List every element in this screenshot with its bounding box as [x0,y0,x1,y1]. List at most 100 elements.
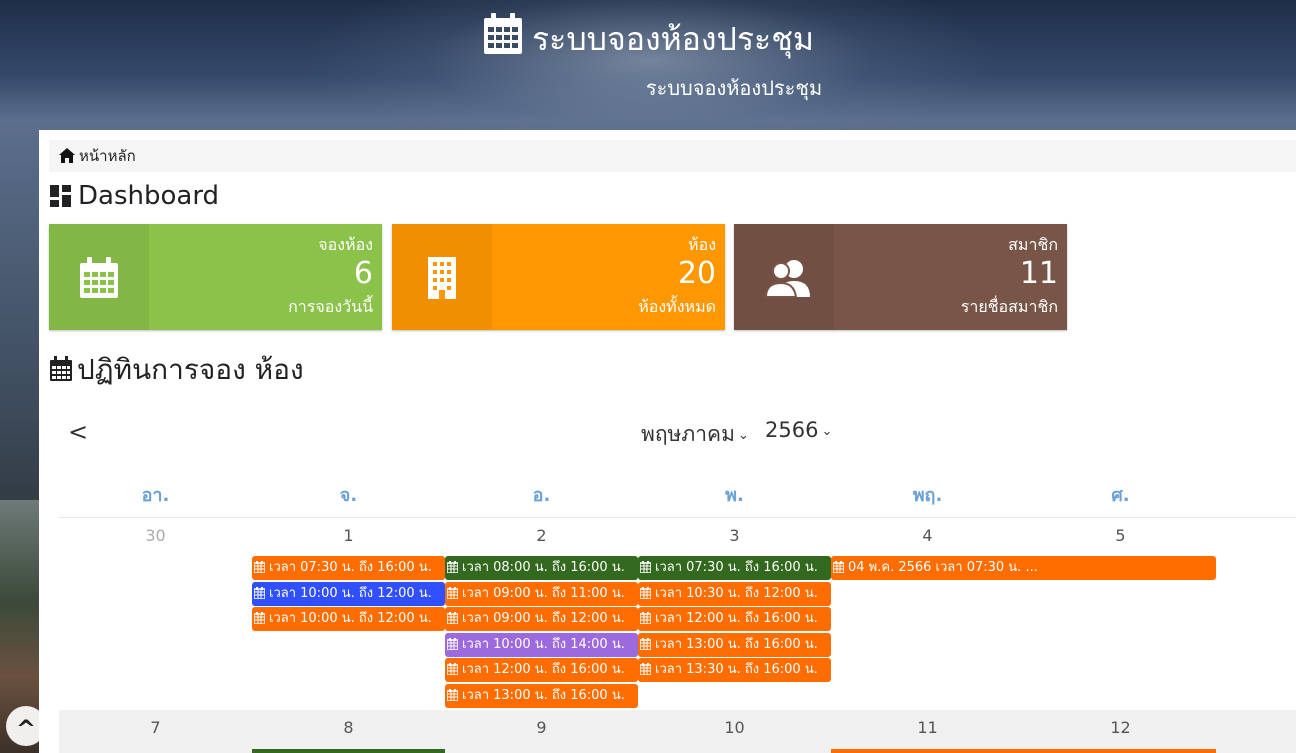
weekday-header: จ. [339,485,358,506]
home-icon [59,148,75,163]
card-caption: การจองวันนี้ [288,297,373,316]
event-label: เวลา 13:00 น. ถึง 16:00 น. [655,637,818,652]
weekday-header: พ. [725,485,744,506]
card-icon-box [734,224,834,330]
event-label: เวลา 13:00 น. ถึง 16:00 น. [462,688,625,703]
rooms-card[interactable]: ห้อง 20 ห้องทั้งหมด [392,224,725,330]
calendar-event[interactable]: เวลา 10:00 น. ถึง 12:00 น. [252,607,445,631]
calendar-title: ปฏิทินการจอง ห้อง [77,353,304,386]
calendar-icon [253,561,266,574]
event-label: เวลา 07:30 น. ถึง 16:00 น. [655,560,818,575]
day-number[interactable]: 8 [252,718,445,737]
dashboard-title: Dashboard [78,181,220,211]
event-label: เวลา 10:30 น. ถึง 12:00 น. [655,586,818,601]
event-label: เวลา 12:00 น. ถึง 16:00 น. [462,662,625,677]
event-label: เวลา 13:30 น. ถึง 16:00 น. [655,662,818,677]
calendar-event[interactable]: เวลา 07:30 น. ถึง 16:00 น. [252,556,445,580]
calendar-icon [446,561,459,574]
day-number[interactable]: 30 [59,526,252,545]
site-subtitle: ระบบจองห้องประชุม [645,76,823,100]
card-value: 11 [1019,256,1058,291]
calendar-icon [639,638,652,651]
calendar-icon [446,638,459,651]
building-icon [428,257,456,299]
calendar-event[interactable]: เวลา 09:00 น. ถึง 11:00 น. [445,582,638,606]
calendar-event[interactable]: เวลา 12:00 น. ถึง 16:00 น. [445,658,638,682]
breadcrumb: หน้าหลัก [49,140,1296,172]
event-label: เวลา 10:00 น. ถึง 14:00 น. [462,637,625,652]
calendar-icon [639,587,652,600]
weekday-header: อ. [532,485,551,506]
calendar-icon [446,612,459,625]
day-number[interactable]: 12 [1024,718,1217,737]
calendar-event[interactable]: เวลา 08:00 น. ถึง 16:00 น. [445,556,638,580]
event-label: เวลา 10:00 น. ถึง 12:00 น. [269,611,432,626]
card-caption: ห้องทั้งหมด [638,297,716,316]
day-number[interactable]: 2 [445,526,638,545]
calendar-icon [446,587,459,600]
weekday-header: อา. [141,485,170,506]
calendar-event[interactable]: เวลา 10:30 น. ถึง 12:00 น. [638,582,831,606]
divider [59,517,1296,518]
calendar-icon [639,663,652,676]
event-label: 04 พ.ค. 2566 เวลา 07:30 น. ... [848,560,1038,575]
event-label: เวลา 09:00 น. ถึง 11:00 น. [462,586,625,601]
calendar-icon [639,561,652,574]
calendar-icon [253,587,266,600]
day-number[interactable]: 5 [1024,526,1217,545]
day-number[interactable]: 11 [831,718,1024,737]
calendar-event[interactable]: เวลา 07:30 น. ถึง 16:00 น. [638,556,831,580]
month-value: พฤษภาคม [641,422,735,446]
day-number[interactable]: 3 [638,526,831,545]
weekday-header: ศ. [1111,485,1130,506]
day-number[interactable]: 4 [831,526,1024,545]
event-label: เวลา 07:30 น. ถึง 16:00 น. [269,560,432,575]
year-value: 2566 [765,418,819,442]
chevron-down-icon: ⌄ [821,424,833,439]
breadcrumb-home-link[interactable]: หน้าหลัก [79,140,136,172]
weekday-header: พฤ. [912,485,943,506]
calendar-event[interactable]: เวลา 13:00 น. ถึง 16:00 น. [445,684,638,708]
prev-month-button[interactable]: < [68,418,88,446]
calendar-icon [446,689,459,702]
calendar-icon [639,612,652,625]
event-label: เวลา 12:00 น. ถึง 16:00 น. [655,611,818,626]
site-title: ระบบจองห้องประชุม [531,20,815,58]
calendar-event[interactable]: เวลา 10:00 น. ถึง 14:00 น. [445,633,638,657]
calendar-event-partial[interactable] [831,749,1216,753]
calendar-heading: ปฏิทินการจอง ห้อง [49,352,304,388]
card-caption: รายชื่อสมาชิก [960,297,1058,316]
calendar-icon [80,257,118,298]
calendar-event[interactable]: เวลา 10:00 น. ถึง 12:00 น. [252,582,445,606]
card-label: จองห้อง [318,235,373,254]
chevron-down-icon: ⌄ [737,428,749,443]
calendar-icon [253,612,266,625]
calendar-event[interactable]: เวลา 09:00 น. ถึง 12:00 น. [445,607,638,631]
card-icon-box [392,224,492,330]
site-header: ระบบจองห้องประชุม [0,12,1296,59]
day-number[interactable]: 9 [445,718,638,737]
card-value: 20 [677,256,716,291]
calendar-icon [50,356,72,381]
day-number[interactable]: 10 [638,718,831,737]
event-label: เวลา 09:00 น. ถึง 12:00 น. [462,611,625,626]
dashboard-icon [50,185,71,207]
scroll-to-top-button[interactable]: ^ [6,706,46,746]
calendar-event[interactable]: เวลา 13:00 น. ถึง 16:00 น. [638,633,831,657]
calendar-event[interactable]: เวลา 13:30 น. ถึง 16:00 น. [638,658,831,682]
calendar-event[interactable]: เวลา 12:00 น. ถึง 16:00 น. [638,607,831,631]
year-select[interactable]: 2566 ⌄ [765,418,832,442]
day-number[interactable]: 7 [59,718,252,737]
card-value: 6 [353,256,373,291]
day-number[interactable]: 1 [252,526,445,545]
event-label: เวลา 10:00 น. ถึง 12:00 น. [269,586,432,601]
calendar-event-partial[interactable] [252,749,445,753]
members-card[interactable]: สมาชิก 11 รายชื่อสมาชิก [734,224,1067,330]
month-select[interactable]: พฤษภาคม ⌄ [641,418,749,451]
calendar-event[interactable]: 04 พ.ค. 2566 เวลา 07:30 น. ... [831,556,1216,580]
bookings-card[interactable]: จองห้อง 6 การจองวันนี้ [49,224,382,330]
dashboard-heading: Dashboard [50,178,219,214]
main-panel: หน้าหลัก Dashboard จองห้อง 6 การจองวันนี… [39,130,1296,753]
card-label: ห้อง [688,235,716,254]
calendar-icon [446,663,459,676]
